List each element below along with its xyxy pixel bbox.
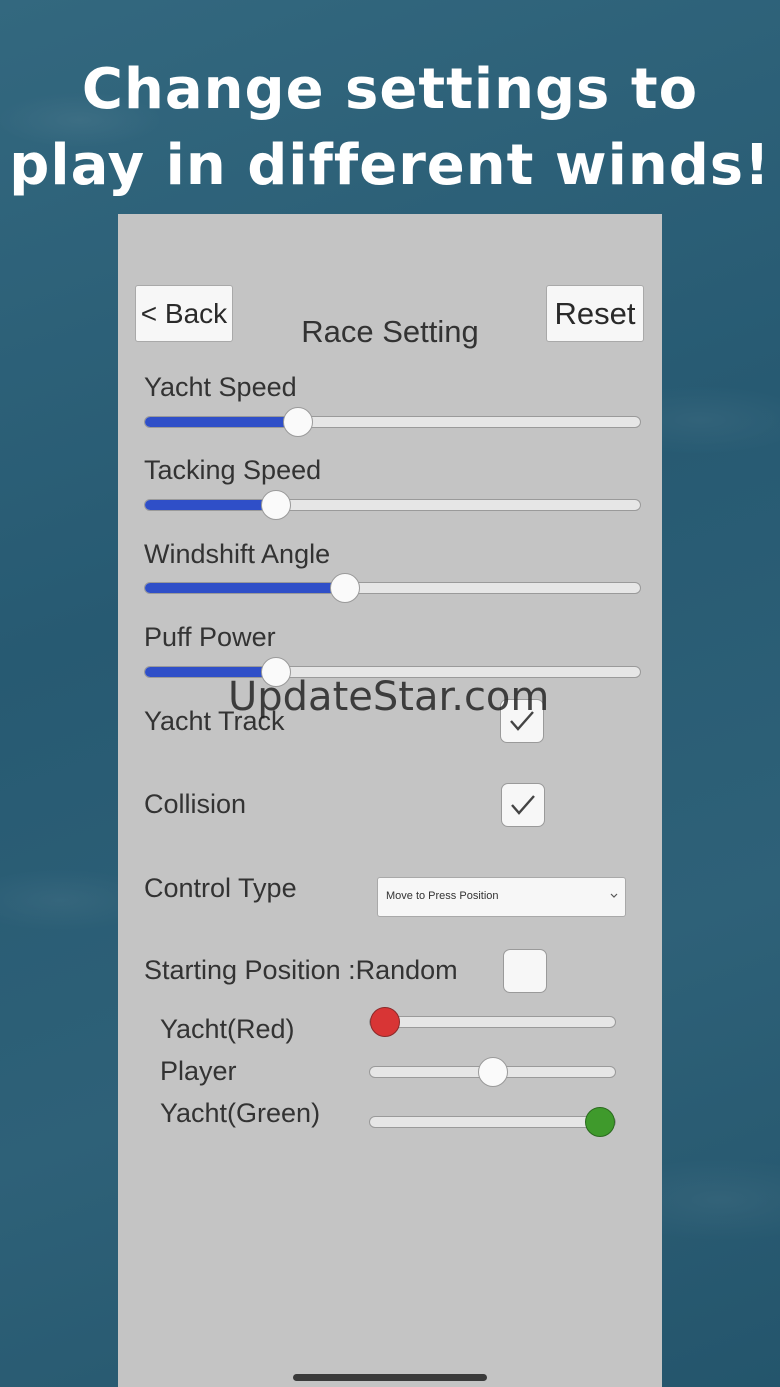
windshift-angle-fill <box>145 583 346 593</box>
race-setting-panel: < Back Race Setting Reset Yacht Speed Ta… <box>118 214 662 1387</box>
yacht-green-handle[interactable] <box>585 1107 616 1137</box>
yacht-speed-slider[interactable] <box>144 407 641 437</box>
reset-button[interactable]: Reset <box>546 285 644 342</box>
yacht-red-slider[interactable] <box>369 1007 616 1037</box>
yacht-red-label: Yacht(Red) <box>160 1014 295 1044</box>
windshift-angle-slider[interactable] <box>144 573 641 603</box>
yacht-red-handle[interactable] <box>369 1007 400 1037</box>
collision-label: Collision <box>144 789 247 819</box>
headline: Change settings to play in different win… <box>0 52 780 204</box>
checkmark-icon <box>511 795 535 815</box>
windshift-angle-label: Windshift Angle <box>144 539 331 569</box>
yacht-speed-handle[interactable] <box>283 407 314 437</box>
headline-line-1: Change settings to <box>81 57 699 122</box>
yacht-green-label: Yacht(Green) <box>160 1098 321 1128</box>
tacking-speed-slider[interactable] <box>144 490 641 520</box>
player-label: Player <box>160 1056 237 1086</box>
puff-power-label: Puff Power <box>144 622 276 652</box>
control-type-label: Control Type <box>144 873 297 903</box>
player-slider[interactable] <box>369 1057 616 1087</box>
tacking-speed-handle[interactable] <box>261 490 292 520</box>
starting-position-label: Starting Position :Random <box>144 955 458 985</box>
home-indicator[interactable] <box>293 1374 487 1381</box>
headline-line-2: play in different winds! <box>9 133 771 198</box>
yacht-speed-fill <box>145 417 299 427</box>
tacking-speed-fill <box>145 500 277 510</box>
control-type-value: Move to Press Position <box>386 890 499 902</box>
collision-checkbox[interactable] <box>501 783 545 827</box>
tacking-speed-label: Tacking Speed <box>144 455 322 485</box>
starting-position-random-checkbox[interactable] <box>503 949 547 993</box>
player-handle[interactable] <box>477 1057 508 1087</box>
yacht-speed-label: Yacht Speed <box>144 372 297 402</box>
watermark: UpdateStar.com <box>228 674 550 720</box>
chevron-down-icon <box>610 893 618 898</box>
yacht-green-slider[interactable] <box>369 1107 616 1137</box>
control-type-dropdown[interactable]: Move to Press Position <box>377 877 626 917</box>
windshift-angle-handle[interactable] <box>330 573 361 603</box>
